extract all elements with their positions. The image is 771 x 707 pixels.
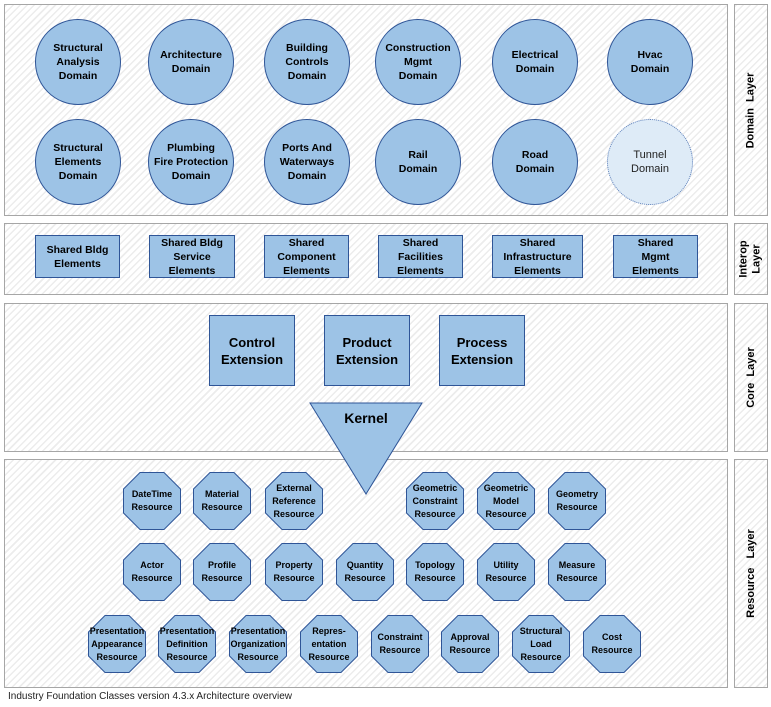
resource-geometry: Geometry Resource [548, 472, 606, 530]
domain-hvac: Hvac Domain [607, 19, 693, 105]
kernel-label: Kernel [344, 410, 388, 426]
resource-quantity: Quantity Resource [336, 543, 394, 601]
resource-geometric-model: Geometric Model Resource [477, 472, 535, 530]
resource-external-reference: External Reference Resource [265, 472, 323, 530]
resource-representation: Repres- entation Resource [300, 615, 358, 673]
resource-approval: Approval Resource [441, 615, 499, 673]
domain-layer-label-box: Domain Layer [734, 4, 768, 216]
domain-ports-and-waterways: Ports And Waterways Domain [264, 119, 350, 205]
domain-building-controls: Building Controls Domain [264, 19, 350, 105]
resource-presentation-organization: Presentation Organization Resource [229, 615, 287, 673]
interop-shared-bldg-elements: Shared Bldg Elements [35, 235, 120, 278]
resource-layer-label-box: Resource Layer [734, 459, 768, 688]
interop-shared-mgmt-elements: Shared Mgmt Elements [613, 235, 698, 278]
resource-layer-label: Resource Layer [744, 529, 757, 618]
resource-geometric-constraint: Geometric Constraint Resource [406, 472, 464, 530]
interop-layer-label: Interop Layer [738, 240, 763, 278]
resource-presentation-definition: Presentation Definition Resource [158, 615, 216, 673]
resource-datetime: DateTime Resource [123, 472, 181, 530]
core-layer-label-box: Core Layer [734, 303, 768, 452]
domain-construction-mgmt: Construction Mgmt Domain [375, 19, 461, 105]
resource-profile: Profile Resource [193, 543, 251, 601]
diagram-caption: Industry Foundation Classes version 4.3.… [8, 691, 293, 702]
core-process-extension: Process Extension [439, 315, 525, 386]
resource-topology: Topology Resource [406, 543, 464, 601]
resource-presentation-appearance: Presentation Appearance Resource [88, 615, 146, 673]
interop-shared-bldg-service-elements: Shared Bldg Service Elements [149, 235, 235, 278]
domain-structural-analysis: Structural Analysis Domain [35, 19, 121, 105]
resource-utility: Utility Resource [477, 543, 535, 601]
interop-shared-infrastructure-elements: Shared Infrastructure Elements [492, 235, 583, 278]
resource-property: Property Resource [265, 543, 323, 601]
resource-measure: Measure Resource [548, 543, 606, 601]
resource-structural-load: Structural Load Resource [512, 615, 570, 673]
core-control-extension: Control Extension [209, 315, 295, 386]
interop-layer-label-box: Interop Layer [734, 223, 768, 295]
domain-road: Road Domain [492, 119, 578, 205]
core-product-extension: Product Extension [324, 315, 410, 386]
core-layer-label: Core Layer [744, 347, 757, 408]
domain-electrical: Electrical Domain [492, 19, 578, 105]
resource-material: Material Resource [193, 472, 251, 530]
domain-structural-elements: Structural Elements Domain [35, 119, 121, 205]
resource-constraint: Constraint Resource [371, 615, 429, 673]
domain-layer-label: Domain Layer [744, 72, 757, 148]
domain-plumbing-fire-protection: Plumbing Fire Protection Domain [148, 119, 234, 205]
domain-architecture: Architecture Domain [148, 19, 234, 105]
interop-shared-facilities-elements: Shared Facilities Elements [378, 235, 463, 278]
domain-tunnel: Tunnel Domain [607, 119, 693, 205]
domain-rail: Rail Domain [375, 119, 461, 205]
resource-actor: Actor Resource [123, 543, 181, 601]
interop-shared-component-elements: Shared Component Elements [264, 235, 349, 278]
resource-cost: Cost Resource [583, 615, 641, 673]
